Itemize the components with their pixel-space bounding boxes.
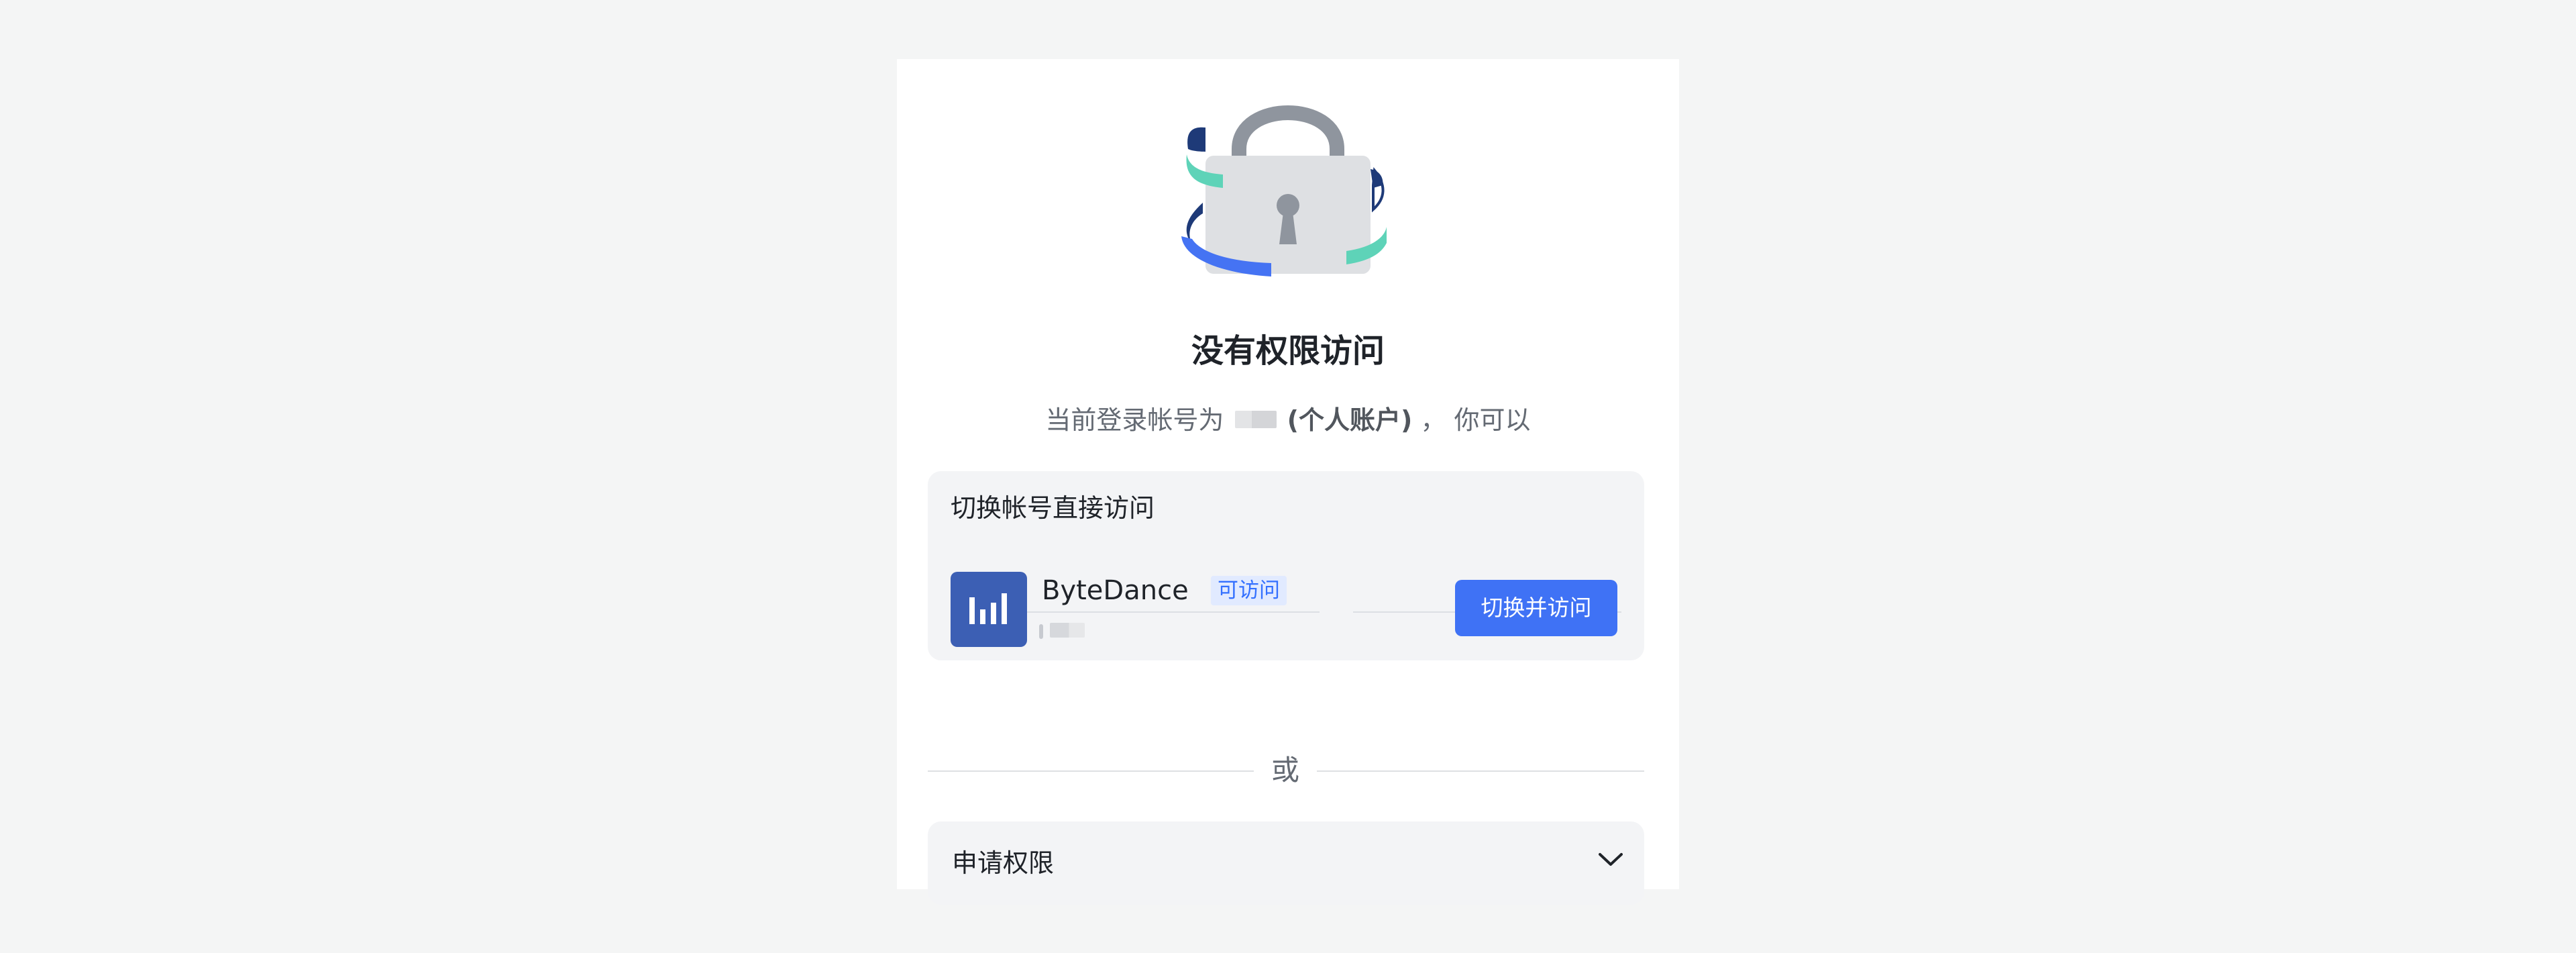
page-title: 没有权限访问	[1191, 332, 1385, 370]
org-name: ByteDance	[1042, 575, 1189, 606]
switch-and-visit-button[interactable]: 切换并访问	[1455, 580, 1617, 636]
redacted-account-name	[1234, 410, 1277, 428]
bytedance-logo	[951, 572, 1027, 647]
apply-permission-panel[interactable]: 申请权限	[928, 821, 1644, 905]
subtitle-prefix: 当前登录帐号为	[1045, 405, 1224, 435]
accessible-badge: 可访问	[1211, 576, 1287, 605]
chevron-down-icon[interactable]	[1599, 852, 1623, 870]
account-type: (个人账户)	[1287, 405, 1413, 435]
switch-account-title: 切换帐号直接访问	[951, 493, 1155, 523]
redacted-org-dot	[1039, 624, 1043, 639]
no-permission-card: 没有权限访问 当前登录帐号为 (个人账户) ， 你可以 切换帐号直接访问 Byt…	[897, 59, 1679, 905]
or-divider: 或	[928, 750, 1644, 787]
lock-illustration	[1179, 85, 1397, 287]
redacted-org-account	[1050, 623, 1085, 638]
apply-permission-label: 申请权限	[952, 848, 1055, 878]
subtitle-suffix: ， 你可以	[1420, 405, 1531, 435]
switch-account-panel: 切换帐号直接访问 ByteDance 可访问 切换并访问	[928, 471, 1644, 660]
divider-line-left	[928, 770, 1254, 772]
login-account-hint: 当前登录帐号为 (个人账户) ， 你可以	[897, 403, 1679, 437]
or-text: 或	[1271, 754, 1299, 787]
divider-line-right	[1317, 770, 1644, 772]
